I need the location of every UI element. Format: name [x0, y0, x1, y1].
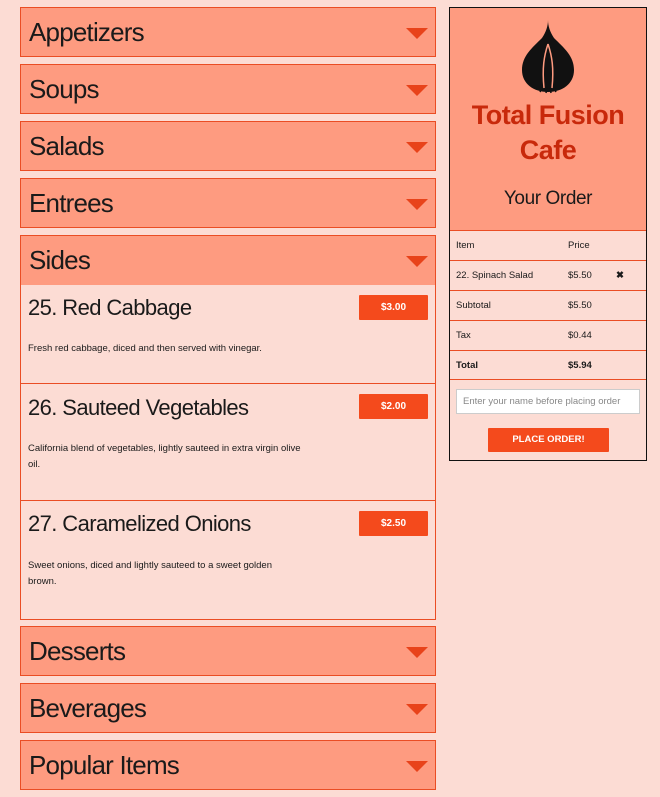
- chevron-down-icon: [406, 28, 428, 39]
- x-icon[interactable]: ✖: [616, 270, 624, 281]
- menu-item-name: 27. Caramelized Onions: [28, 511, 251, 536]
- order-header: Total Fusion Cafe Your Order: [450, 8, 646, 230]
- order-heading: Your Order: [503, 188, 593, 209]
- category-label: Desserts: [29, 636, 126, 666]
- category-popular-items[interactable]: Popular Items: [20, 740, 436, 790]
- chevron-down-icon: [406, 647, 428, 658]
- category-beverages[interactable]: Beverages: [20, 683, 436, 733]
- cafe-name-line-1: Total Fusion: [471, 100, 625, 130]
- menu-item-description: Sweet onions, diced and lightly sauteed …: [28, 560, 272, 587]
- place-order-button[interactable]: PLACE ORDER!: [488, 428, 609, 452]
- column-header-item: Item: [456, 240, 475, 251]
- menu-item-name: 25. Red Cabbage: [28, 295, 192, 320]
- tax-row: Tax $0.44: [450, 320, 646, 350]
- menu-item: 25. Red Cabbage $3.00 Fresh red cabbage,…: [21, 285, 435, 384]
- category-label: Sides: [29, 245, 91, 275]
- category-label: Salads: [29, 131, 104, 161]
- category-label: Beverages: [29, 693, 147, 723]
- menu-item: 26. Sauteed Vegetables $2.00 California …: [21, 384, 435, 501]
- category-salads[interactable]: Salads: [20, 121, 436, 171]
- add-to-order-button[interactable]: $2.00: [359, 394, 428, 419]
- chevron-down-icon: [406, 85, 428, 96]
- category-label: Popular Items: [29, 750, 180, 780]
- category-sides-panel: Sides 25. Red Cabbage $3.00 Fresh red ca…: [20, 235, 436, 620]
- subtotal-value: $5.50: [568, 300, 592, 311]
- menu-item-name: 26. Sauteed Vegetables: [28, 395, 249, 420]
- tax-value: $0.44: [568, 330, 592, 341]
- category-appetizers[interactable]: Appetizers: [20, 7, 436, 57]
- add-to-order-button[interactable]: $3.00: [359, 295, 428, 320]
- subtotal-label: Subtotal: [456, 300, 491, 311]
- category-entrees[interactable]: Entrees: [20, 178, 436, 228]
- cafe-name-line-2: Cafe: [519, 135, 577, 165]
- order-panel: Total Fusion Cafe Your Order Item Price …: [449, 7, 647, 461]
- order-item-name: 22. Spinach Salad: [456, 270, 534, 281]
- menu-item-description: Fresh red cabbage, diced and then served…: [28, 343, 262, 354]
- category-label: Appetizers: [29, 17, 145, 47]
- category-label: Soups: [29, 74, 100, 104]
- menu-item-description: California blend of vegetables, lightly …: [28, 443, 301, 470]
- category-label: Entrees: [29, 188, 114, 218]
- chevron-down-icon: [406, 704, 428, 715]
- category-sides[interactable]: Sides: [21, 236, 435, 285]
- chevron-down-icon: [406, 142, 428, 153]
- add-to-order-button[interactable]: $2.50: [359, 511, 428, 536]
- total-row: Total $5.94: [450, 350, 646, 380]
- customer-name-input[interactable]: [456, 389, 640, 414]
- total-label: Total: [456, 360, 478, 371]
- chevron-down-icon: [406, 199, 428, 210]
- chevron-down-icon: [406, 256, 428, 267]
- tax-label: Tax: [456, 330, 471, 341]
- chevron-down-icon: [406, 761, 428, 772]
- subtotal-row: Subtotal $5.50: [450, 290, 646, 320]
- column-header-price: Price: [568, 240, 590, 251]
- order-line-item: 22. Spinach Salad $5.50 ✖: [450, 260, 646, 290]
- garlic-logo-icon: [522, 20, 574, 94]
- order-item-price: $5.50: [568, 270, 592, 281]
- cafe-name: Total Fusion Cafe: [450, 98, 646, 168]
- order-table-header: Item Price: [450, 230, 646, 260]
- category-desserts[interactable]: Desserts: [20, 626, 436, 676]
- category-soups[interactable]: Soups: [20, 64, 436, 114]
- menu-item: 27. Caramelized Onions $2.50 Sweet onion…: [21, 501, 435, 619]
- total-value: $5.94: [568, 360, 592, 371]
